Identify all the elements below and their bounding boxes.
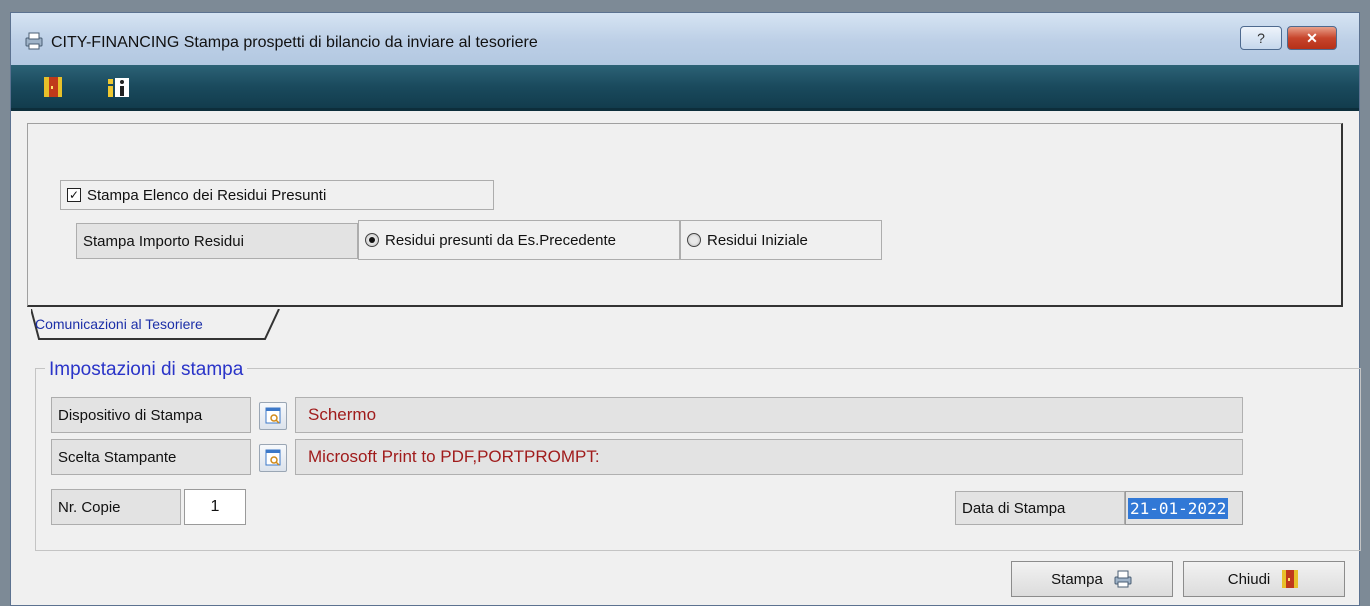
printer-icon: [1113, 569, 1133, 589]
exit-door-icon[interactable]: [41, 75, 65, 99]
printer-value: Microsoft Print to PDF,PORTPROMPT:: [295, 439, 1243, 475]
device-label: Dispositivo di Stampa: [51, 397, 251, 433]
radio-residui-iniziale[interactable]: Residui Iniziale: [680, 220, 882, 260]
close-button[interactable]: Chiudi: [1183, 561, 1345, 597]
printer-label: Scelta Stampante: [51, 439, 251, 475]
toolbar: [11, 65, 1359, 111]
radio-unselected-icon[interactable]: [687, 233, 701, 247]
checkbox-label: Stampa Elenco dei Residui Presunti: [87, 186, 327, 204]
title-bar[interactable]: CITY-FINANCING Stampa prospetti di bilan…: [11, 13, 1359, 65]
print-residui-checkbox-row[interactable]: ✓ Stampa Elenco dei Residui Presunti: [60, 180, 494, 210]
radio2-label: Residui Iniziale: [707, 231, 808, 249]
exit-door-icon: [1280, 569, 1300, 589]
device-value: Schermo: [295, 397, 1243, 433]
radio-residui-presunti[interactable]: Residui presunti da Es.Precedente: [358, 220, 680, 260]
close-window-button[interactable]: ✕: [1287, 26, 1337, 50]
close-button-label: Chiudi: [1227, 570, 1271, 588]
search-window-icon: [265, 407, 281, 424]
copies-label: Nr. Copie: [51, 489, 181, 525]
checkbox-checked-icon[interactable]: ✓: [67, 188, 81, 202]
info-icon[interactable]: [107, 75, 131, 99]
radio1-label: Residui presunti da Es.Precedente: [385, 231, 616, 249]
print-date-label: Data di Stampa: [955, 491, 1125, 525]
copies-input[interactable]: 1: [184, 489, 246, 525]
radio-selected-icon[interactable]: [365, 233, 379, 247]
dialog-window: CITY-FINANCING Stampa prospetti di bilan…: [10, 12, 1361, 606]
print-date-value: 21-01-2022: [1128, 497, 1229, 519]
print-date-input[interactable]: 21-01-2022: [1125, 491, 1243, 525]
print-button-label: Stampa: [1051, 570, 1103, 588]
help-button[interactable]: ?: [1240, 26, 1282, 50]
print-button[interactable]: Stampa: [1011, 561, 1173, 597]
printer-app-icon: [25, 32, 43, 50]
printer-lookup-button[interactable]: [259, 444, 287, 472]
print-settings-title: Impostazioni di stampa: [45, 359, 248, 381]
device-lookup-button[interactable]: [259, 402, 287, 430]
tab-comunicazioni[interactable]: Comunicazioni al Tesoriere: [35, 316, 203, 332]
options-panel: ✓ Stampa Elenco dei Residui Presunti Sta…: [27, 123, 1343, 307]
search-window-icon: [265, 449, 281, 466]
window-title: CITY-FINANCING Stampa prospetti di bilan…: [51, 34, 538, 51]
import-residui-label: Stampa Importo Residui: [76, 223, 358, 259]
